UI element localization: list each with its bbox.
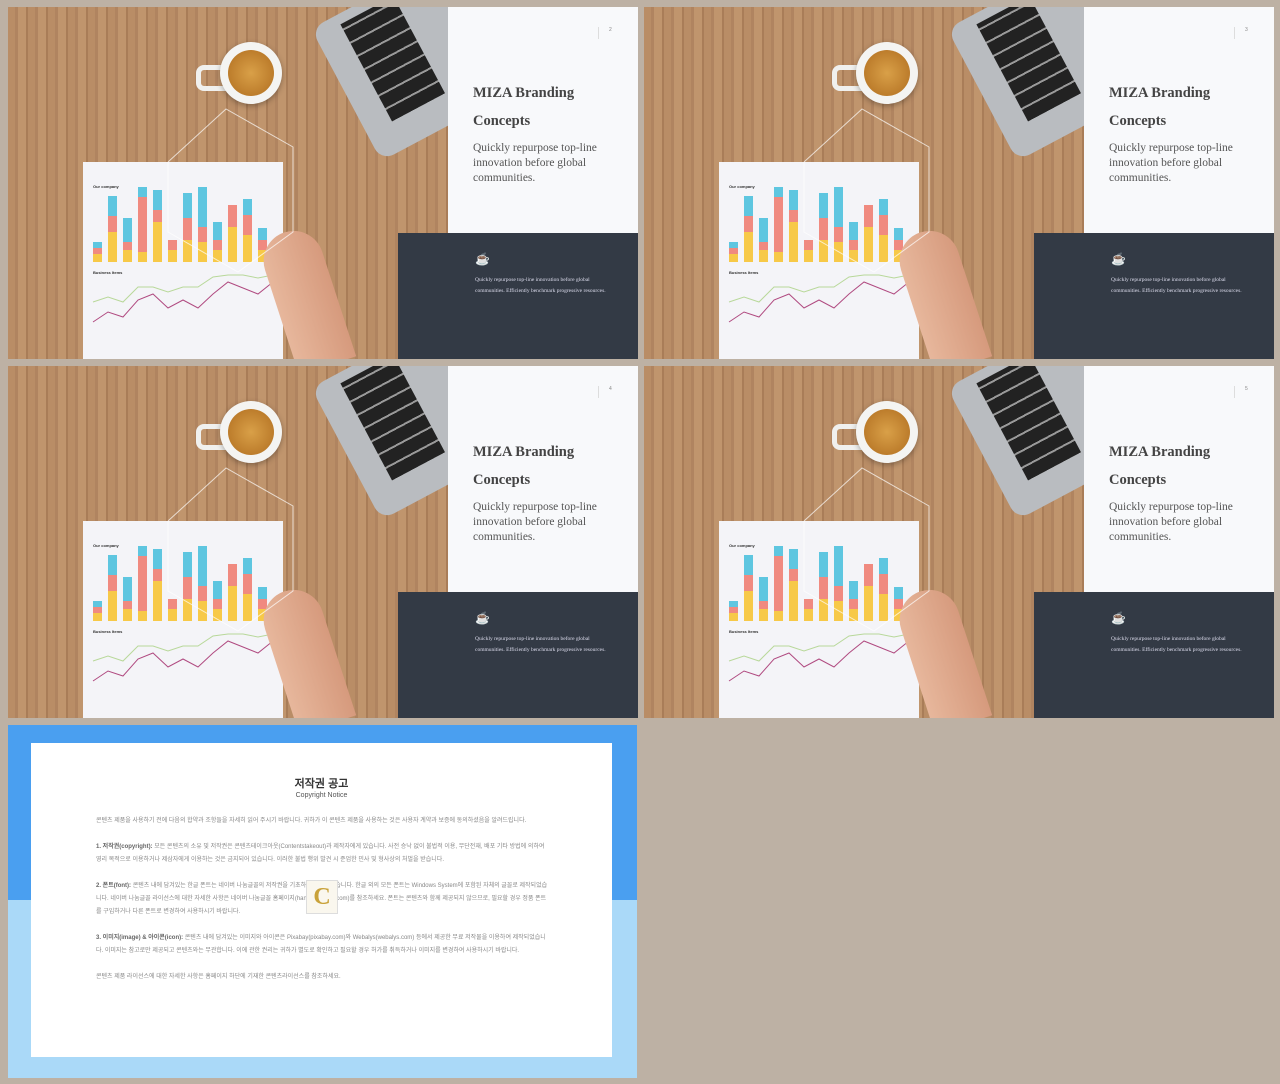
copyright-subtitle: Copyright Notice xyxy=(295,792,348,799)
section-heading: 2. 폰트(font): xyxy=(96,883,132,889)
slide-thumbnail[interactable]: Our company Business Items 4 MIZA Brandi… xyxy=(8,366,638,718)
dark-panel-text: Quickly repurpose top-line innovation be… xyxy=(475,636,606,653)
copyright-slide[interactable]: 저작권 공고 Copyright Notice 콘텐츠 제품을 사용하기 전에 … xyxy=(8,725,637,1078)
slide-thumbnail[interactable]: Our company Business Items 3 MIZA Brandi… xyxy=(644,7,1274,359)
coffee-cup-icon: ☕ xyxy=(1111,252,1126,266)
coffee-cup-icon: ☕ xyxy=(1111,611,1126,625)
dark-panel-text: Quickly repurpose top-line innovation be… xyxy=(475,277,606,294)
dark-panel-text: Quickly repurpose top-line innovation be… xyxy=(1111,636,1242,653)
copyright-outro: 콘텐츠 제품 라이선스에 대한 자세한 사항은 홈페이지 하단에 기재한 콘텐츠… xyxy=(96,974,341,980)
dark-info-panel: ☕ Quickly repurpose top-line innovation … xyxy=(1034,592,1274,718)
dark-info-panel: ☕ Quickly repurpose top-line innovation … xyxy=(398,233,638,359)
page-number: 3 xyxy=(1234,27,1248,39)
slide-title: MIZA Branding Concepts xyxy=(1109,444,1211,488)
copyright-title: 저작권 공고 xyxy=(294,778,349,790)
section-text: 모든 콘텐츠의 소유 및 저작권은 콘텐츠테이크아웃(Contentstakeo… xyxy=(96,844,545,863)
slide-subtitle: Quickly repurpose top-line innovation be… xyxy=(1109,501,1233,543)
slide-title: MIZA Branding Concepts xyxy=(473,85,575,129)
slide-title: MIZA Branding Concepts xyxy=(1109,85,1211,129)
slide-subtitle: Quickly repurpose top-line innovation be… xyxy=(1109,142,1233,184)
slide-subtitle: Quickly repurpose top-line innovation be… xyxy=(473,142,597,184)
slide-thumbnail[interactable]: Our company Business Items 2 MIZA Brandi… xyxy=(8,7,638,359)
section-heading: 1. 저작권(copyright): xyxy=(96,844,153,850)
dark-info-panel: ☕ Quickly repurpose top-line innovation … xyxy=(398,592,638,718)
text-panel: 3 MIZA Branding Concepts Quickly repurpo… xyxy=(1084,7,1274,233)
copyright-intro: 콘텐츠 제품을 사용하기 전에 다음의 합약과 조항들을 자세히 읽어 주시기 … xyxy=(96,818,527,824)
section-heading: 3. 이미지(image) & 아이콘(icon): xyxy=(96,935,184,941)
text-panel: 2 MIZA Branding Concepts Quickly repurpo… xyxy=(448,7,638,233)
contents-takeout-logo: C xyxy=(306,880,338,914)
text-panel: 4 MIZA Branding Concepts Quickly repurpo… xyxy=(448,366,638,592)
copyright-section-1: 1. 저작권(copyright): 모든 콘텐츠의 소유 및 저작권은 콘텐츠… xyxy=(96,841,551,867)
dark-panel-text: Quickly repurpose top-line innovation be… xyxy=(1111,277,1242,294)
slide-title: MIZA Branding Concepts xyxy=(473,444,575,488)
slide-thumbnail[interactable]: Our company Business Items 5 MIZA Brandi… xyxy=(644,366,1274,718)
slide-subtitle: Quickly repurpose top-line innovation be… xyxy=(473,501,597,543)
text-panel: 5 MIZA Branding Concepts Quickly repurpo… xyxy=(1084,366,1274,592)
coffee-cup-icon: ☕ xyxy=(475,252,490,266)
dark-info-panel: ☕ Quickly repurpose top-line innovation … xyxy=(1034,233,1274,359)
coffee-cup-icon: ☕ xyxy=(475,611,490,625)
page-number: 2 xyxy=(598,27,612,39)
copyright-card: 저작권 공고 Copyright Notice 콘텐츠 제품을 사용하기 전에 … xyxy=(31,743,612,1057)
page-number: 4 xyxy=(598,386,612,398)
page-number: 5 xyxy=(1234,386,1248,398)
copyright-section-3: 3. 이미지(image) & 아이콘(icon): 콘텐츠 내에 담겨있는 이… xyxy=(96,932,551,958)
